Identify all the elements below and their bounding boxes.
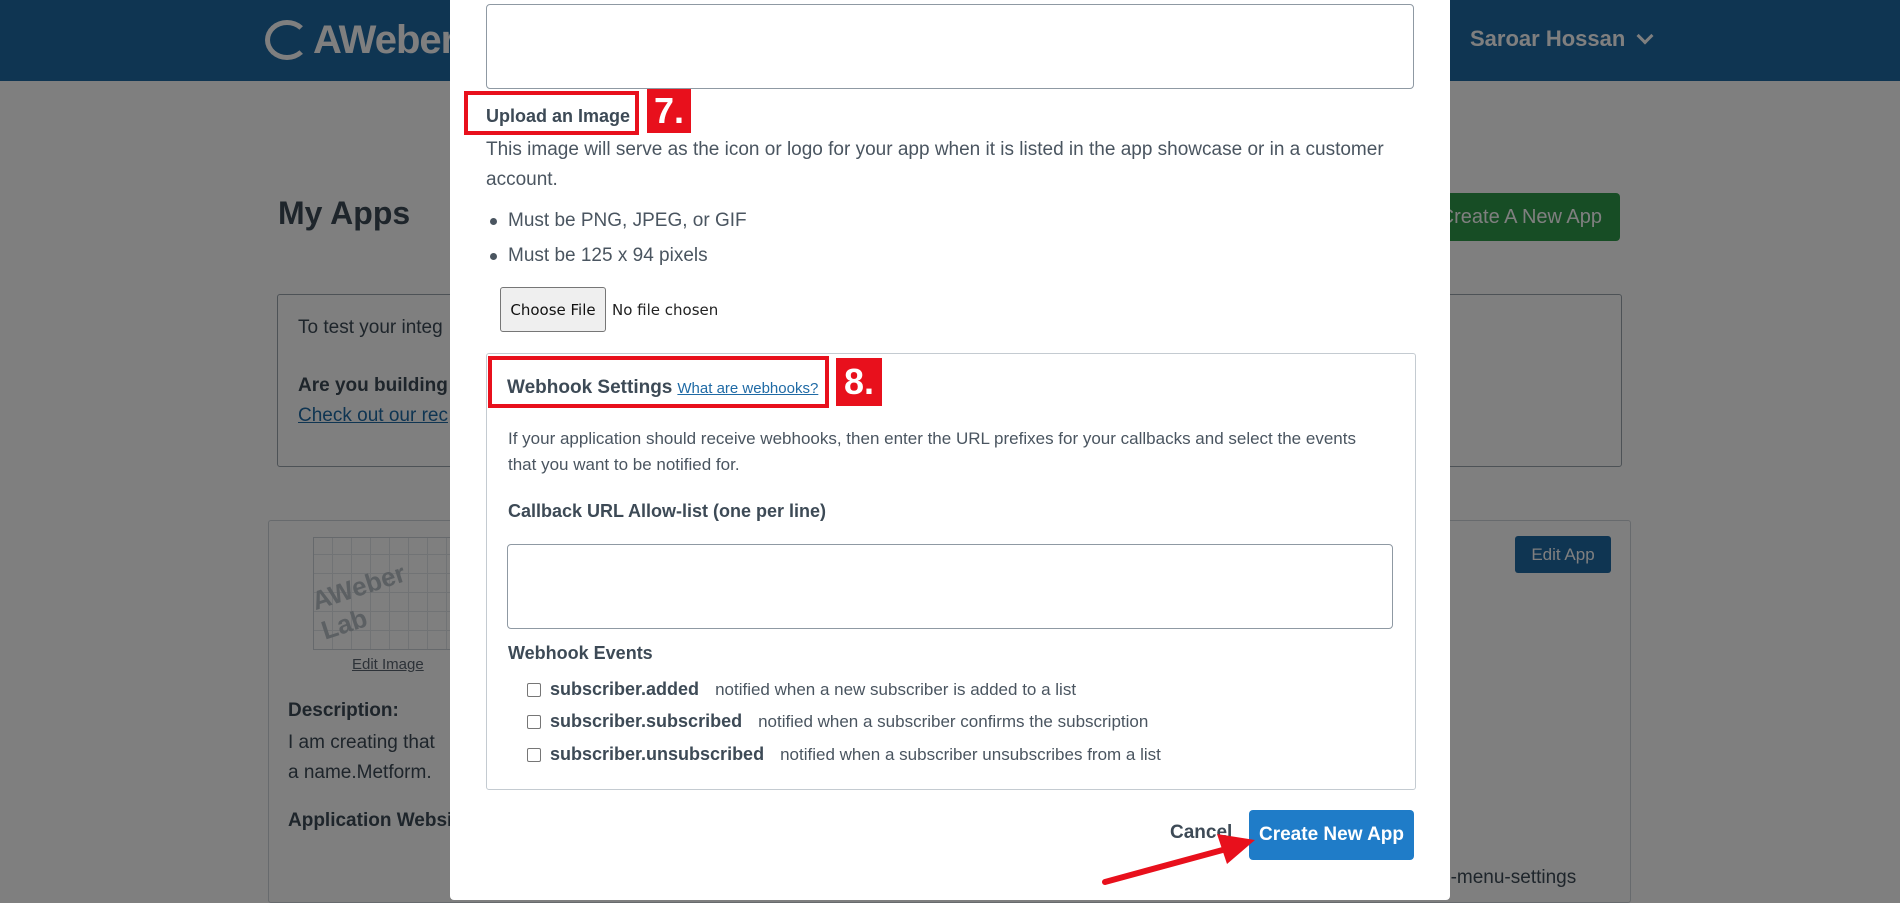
step-8-badge: 8. [836, 358, 882, 406]
choose-file-button[interactable]: Choose File [500, 287, 606, 332]
step-7-badge: 7. [647, 89, 691, 133]
highlight-webhook-settings [488, 356, 829, 408]
event-description: notified when a subscriber unsubscribes … [780, 744, 1161, 764]
upload-image-description: This image will serve as the icon or log… [486, 139, 1384, 190]
description-textarea[interactable] [486, 4, 1414, 89]
event-row-subscriber-unsubscribed: subscriber.unsubscribed notified when a … [527, 744, 1161, 765]
create-app-modal: Upload an Image This image will serve as… [450, 0, 1450, 900]
arrow-annotation-icon [1102, 834, 1255, 885]
event-name: subscriber.subscribed [550, 711, 743, 731]
event-name: subscriber.unsubscribed [550, 744, 765, 764]
callback-url-label: Callback URL Allow-list (one per line) [508, 501, 827, 521]
highlight-upload-image [464, 91, 639, 135]
event-description: notified when a subscriber confirms the … [758, 711, 1149, 731]
file-input: Choose File No file chosen [500, 287, 718, 332]
event-row-subscriber-subscribed: subscriber.subscribed notified when a su… [527, 711, 1148, 732]
list-item: Must be 125 x 94 pixels [486, 238, 747, 273]
event-name: subscriber.added [550, 679, 700, 699]
subscriber-unsubscribed-checkbox[interactable] [527, 747, 541, 762]
event-description: notified when a new subscriber is added … [715, 679, 1077, 699]
callback-url-textarea[interactable] [507, 544, 1393, 629]
subscriber-subscribed-checkbox[interactable] [527, 714, 541, 729]
subscriber-added-checkbox[interactable] [527, 682, 541, 697]
webhook-settings-panel: Webhook Settings What are webhooks? If y… [486, 353, 1416, 790]
image-requirements-list: Must be PNG, JPEG, or GIF Must be 125 x … [486, 203, 747, 273]
no-file-text: No file chosen [612, 300, 719, 319]
webhook-description: If your application should receive webho… [508, 429, 1356, 474]
webhook-events-label: Webhook Events [508, 643, 653, 663]
list-item: Must be PNG, JPEG, or GIF [486, 203, 747, 238]
event-row-subscriber-added: subscriber.added notified when a new sub… [527, 679, 1076, 700]
